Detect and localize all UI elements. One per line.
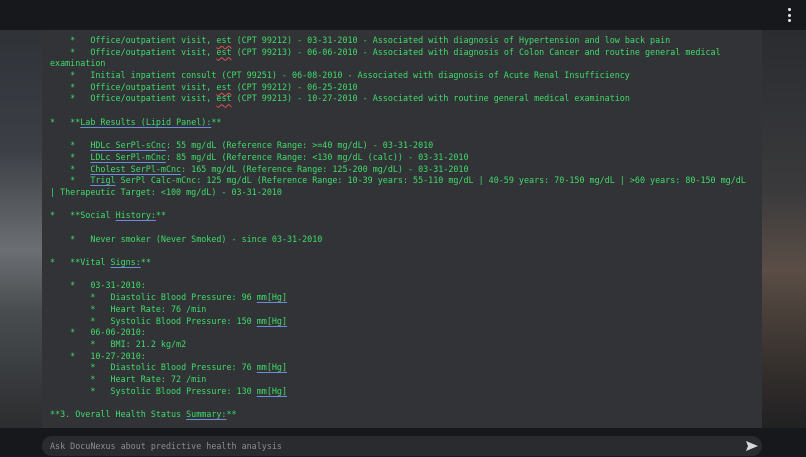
visit-line: * Office/outpatient visit, est (CPT 9921… (50, 35, 758, 47)
spell-flag: est (216, 35, 232, 45)
vitals-item: * Systolic Blood Pressure: 130 mm[Hg] (50, 386, 758, 398)
lab-bullet: * (50, 175, 91, 186)
vital-text: * Diastolic Blood Pressure: 76 (50, 362, 257, 373)
vitals-item: * Systolic Blood Pressure: 150 mm[Hg] (50, 316, 758, 328)
lab-test-name: Cholest SerPl-mCnc (90, 163, 182, 174)
visit-text: * Office/outpatient visit, (50, 81, 217, 92)
chat-input-placeholder[interactable]: Ask DocuNexus about predictive health an… (50, 441, 282, 451)
top-bar (0, 0, 806, 30)
visit-line: examination (50, 58, 758, 70)
vital-text: * BMI: 21.2 kg/m2 (50, 338, 187, 349)
vitals-date: * 06-06-2010: (50, 327, 146, 338)
spell-flag: est (216, 81, 232, 92)
visit-line: * Office/outpatient visit, est (CPT 9921… (50, 93, 758, 105)
vital-text: * Heart Rate: 76 /min (50, 303, 207, 314)
heading-suffix: ** (140, 257, 151, 268)
lab-value: : 85 mg/dL (Reference Range: <130 mg/dL … (165, 151, 469, 162)
send-icon[interactable] (745, 440, 759, 452)
background-image-left (0, 30, 42, 430)
vitals-item: * Diastolic Blood Pressure: 96 mm[Hg] (50, 292, 758, 304)
heading-suffix: ** (211, 116, 222, 127)
lab-bullet: * (50, 140, 91, 151)
vital-unit: mm[Hg] (256, 362, 287, 373)
vital-text: * Diastolic Blood Pressure: 96 (50, 292, 257, 303)
vitals-date: * 10-27-2010: (50, 350, 146, 361)
visit-text: * Initial inpatient consult (CPT 99251) … (50, 70, 630, 81)
visit-text: (CPT 99212) - 06-25-2010 (231, 81, 358, 92)
vital-text: * Systolic Blood Pressure: 150 (50, 315, 257, 326)
heading-prefix: **3. Overall Health Status (50, 409, 187, 419)
visit-text: (CPT 99212) - 03-31-2010 - Associated wi… (231, 35, 671, 45)
spell-flag: est (216, 46, 232, 57)
lab-item: * Cholest SerPl-mCnc: 165 mg/dL (Referen… (50, 164, 758, 176)
heading-text: Signs: (110, 257, 141, 268)
heading-prefix: * **Vital (50, 257, 111, 268)
vitals-item: * BMI: 21.2 kg/m2 (50, 339, 758, 351)
vitals-item: * Heart Rate: 76 /min (50, 304, 758, 316)
vitals-heading: * **Vital Signs:** (50, 257, 758, 269)
vitals-item: * Diastolic Blood Pressure: 76 mm[Hg] (50, 362, 758, 374)
lab-item: * LDLc SerPl-mCnc: 85 mg/dL (Reference R… (50, 152, 758, 164)
lab-value: : 165 mg/dL (Reference Range: 125-200 mg… (181, 163, 469, 174)
heading-prefix: * ** (50, 116, 81, 127)
vital-text: * Systolic Blood Pressure: 130 (50, 385, 257, 396)
visit-line: * Office/outpatient visit, est (CPT 9921… (50, 47, 758, 59)
lab-item: * HDLc SerPl-sCnc: 55 mg/dL (Reference R… (50, 140, 758, 152)
lab-bullet: * (50, 151, 91, 162)
lab-heading: * **Lab Results (Lipid Panel):** (50, 117, 758, 129)
background-image-right (762, 30, 806, 430)
spell-flag: est (216, 93, 232, 104)
visit-line: * Initial inpatient consult (CPT 99251) … (50, 70, 758, 82)
lab-item: * Trigl SerPl Calc-mCnc: 125 mg/dL (Refe… (50, 175, 758, 187)
heading-text: History: (115, 210, 156, 221)
chat-input[interactable]: Ask DocuNexus about predictive health an… (42, 436, 762, 456)
visit-text: examination (50, 58, 106, 69)
visit-text: (CPT 99213) - 10-27-2010 - Associated wi… (231, 93, 630, 104)
lab-value: : 55 mg/dL (Reference Range: >=40 mg/dL)… (165, 140, 434, 151)
visit-text: * Office/outpatient visit, (50, 46, 217, 57)
social-heading: * **Social History:** (50, 210, 758, 222)
kebab-menu-icon[interactable] (784, 8, 794, 22)
vital-unit: mm[Hg] (256, 315, 287, 326)
lab-value: SerPl Calc-mCnc: 125 mg/dL (Reference Ra… (115, 175, 746, 186)
visit-line: * Office/outpatient visit, est (CPT 9921… (50, 82, 758, 94)
lab-test-name: HDLc SerPl-sCnc (90, 140, 166, 151)
heading-prefix: * **Social (50, 210, 116, 221)
heading-suffix: ** (226, 409, 237, 419)
response-text: * Office/outpatient visit, est (CPT 9921… (50, 35, 758, 421)
summary-heading: **3. Overall Health Status Summary:** (50, 409, 758, 421)
visit-text: * Office/outpatient visit, (50, 93, 217, 104)
visit-text: * Office/outpatient visit, (50, 35, 217, 45)
heading-suffix: ** (155, 210, 166, 221)
social-item: * Never smoker (Never Smoked) - since 03… (50, 233, 323, 244)
vital-text: * Heart Rate: 72 /min (50, 373, 207, 384)
lab-test-name: LDLc SerPl-mCnc (90, 151, 166, 162)
vitals-item: * Heart Rate: 72 /min (50, 374, 758, 386)
lab-bullet: * (50, 163, 91, 174)
response-panel: * Office/outpatient visit, est (CPT 9921… (42, 30, 762, 428)
vital-unit: mm[Hg] (256, 385, 287, 396)
visit-text: (CPT 99213) - 06-06-2010 - Associated wi… (231, 46, 721, 57)
vital-unit: mm[Hg] (256, 292, 287, 303)
heading-text: Lab Results (Lipid Panel): (80, 116, 212, 127)
lab-test-name: Trigl (90, 175, 116, 186)
lab-continuation: | Therapeutic Target: <100 mg/dL) - 03-3… (50, 186, 282, 197)
heading-text: Summary: (186, 409, 227, 419)
vitals-date: * 03-31-2010: (50, 280, 146, 291)
